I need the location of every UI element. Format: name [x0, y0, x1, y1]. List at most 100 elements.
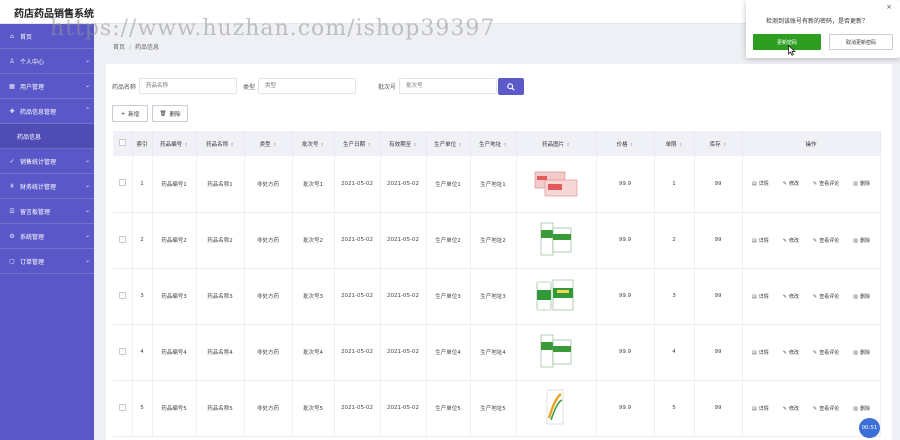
col-header[interactable]: 药品图片 ⇕	[516, 131, 597, 156]
order-icon: ▢	[9, 257, 15, 265]
col-header[interactable]: 库存 ⇕	[694, 131, 743, 156]
sidebar-item-finance-stats[interactable]: ¥ 财务统计管理 ⌄	[0, 174, 94, 199]
row-delete-button[interactable]: ▥ 删除	[853, 237, 870, 244]
col-header[interactable]: 生产地址 ⇕	[470, 131, 517, 156]
add-button[interactable]: + 新增	[112, 105, 148, 122]
cell-exp: 2021-05-02	[380, 324, 427, 381]
detail-button[interactable]: ▤ 详情	[752, 405, 769, 412]
cell-prod: 2021-05-02	[334, 156, 381, 213]
update-password-dialog: × 检测到该账号有新的密码，是否更新？ 更新密码 取消更新密码	[746, 0, 900, 58]
checkbox[interactable]	[118, 291, 126, 299]
review-button[interactable]: ✎ 查看评论	[813, 349, 839, 356]
checkbox[interactable]	[118, 235, 126, 243]
sidebar-item-system[interactable]: ⚙ 系统管理 ⌄	[0, 224, 94, 249]
sidebar-item-label: 个人中心	[20, 58, 45, 66]
batch-input[interactable]	[399, 78, 498, 94]
checkbox[interactable]	[118, 403, 126, 411]
edit-icon: ✎	[782, 349, 787, 356]
checkbox[interactable]	[118, 179, 126, 187]
detail-button[interactable]: ▤ 详情	[752, 349, 769, 356]
col-header[interactable]: 生产单位 ⇕	[426, 131, 471, 156]
delete-label: 删除	[859, 181, 870, 188]
sidebar-item-drug-info[interactable]: ✚ 药品信息管理 ⌃	[0, 99, 94, 124]
cell-index: 3	[132, 268, 153, 325]
sort-icon[interactable]: ⇕	[723, 143, 727, 148]
delete-button[interactable]: 🗑 删除	[152, 105, 188, 122]
row-delete-button[interactable]: ▥ 删除	[853, 293, 870, 300]
sort-icon[interactable]: ⇕	[184, 143, 188, 148]
sort-icon[interactable]: ⇕	[458, 143, 462, 148]
row-select[interactable]	[113, 212, 133, 269]
cancel-update-button[interactable]: 取消更新密码	[829, 34, 893, 50]
checkbox[interactable]	[118, 347, 126, 355]
sort-icon[interactable]: ⇕	[413, 143, 417, 148]
review-button[interactable]: ✎ 查看评论	[813, 180, 839, 187]
sort-icon[interactable]: ⇕	[503, 143, 507, 148]
edit-button[interactable]: ✎ 修改	[783, 293, 799, 300]
col-header[interactable]: 单限 ⇕	[654, 131, 695, 156]
col-header[interactable]: 价格 ⇕	[596, 131, 655, 156]
col-header[interactable]: 有效期至 ⇕	[380, 131, 427, 156]
sort-icon[interactable]: ⇕	[273, 143, 277, 148]
checkbox[interactable]	[118, 139, 126, 146]
review-button[interactable]: ✎ 查看评论	[813, 405, 839, 412]
drug-name-input[interactable]	[139, 78, 238, 94]
sort-icon[interactable]: ⇕	[566, 143, 570, 148]
delete-label: 删除	[859, 405, 870, 412]
detail-button[interactable]: ▤ 详情	[752, 180, 769, 187]
sort-icon[interactable]: ⇕	[230, 143, 234, 148]
row-select[interactable]	[113, 324, 133, 381]
cell-addr: 生产地址1	[470, 156, 517, 213]
cell-limit: 2	[654, 212, 695, 269]
row-delete-button[interactable]: ▥ 删除	[853, 180, 870, 187]
cell-price: 99.9	[596, 324, 655, 381]
search-button[interactable]	[498, 78, 524, 95]
edit-button[interactable]: ✎ 修改	[783, 237, 799, 244]
update-password-button[interactable]: 更新密码	[753, 34, 821, 50]
type-input[interactable]	[258, 78, 357, 94]
col-header[interactable]: 批次号 ⇕	[292, 131, 335, 156]
review-button[interactable]: ✎ 查看评论	[813, 237, 839, 244]
sort-icon[interactable]: ⇕	[679, 143, 683, 148]
cell-prod: 2021-05-02	[334, 212, 381, 269]
sidebar-item-orders[interactable]: ▢ 订单管理 ⌄	[0, 249, 94, 274]
row-delete-button[interactable]: ▥ 删除	[853, 405, 870, 412]
breadcrumb-home[interactable]: 首页	[113, 44, 125, 51]
row-select[interactable]	[113, 268, 133, 325]
edit-button[interactable]: ✎ 修改	[783, 180, 799, 187]
select-all[interactable]	[113, 131, 133, 156]
search-icon	[507, 82, 515, 91]
row-delete-button[interactable]: ▥ 删除	[853, 349, 870, 356]
detail-button[interactable]: ▤ 详情	[752, 237, 769, 244]
sidebar-item-home[interactable]: ⌂ 首页	[0, 24, 94, 49]
cell-code: 药品编号4	[152, 324, 197, 381]
edit-button[interactable]: ✎ 修改	[783, 405, 799, 412]
col-header[interactable]: 生产日期 ⇕	[334, 131, 381, 156]
col-header-label: 生产单位	[434, 141, 457, 148]
sort-icon[interactable]: ⇕	[367, 143, 371, 148]
content-panel: 药品名称 类型 批次号 +新增 🗑删除 索引 药品编号⇕ 药品名称⇕ 类型⇕ 批…	[106, 64, 892, 440]
close-icon[interactable]: ×	[886, 3, 892, 11]
sort-icon[interactable]: ⇕	[320, 143, 324, 148]
sidebar-item-profile[interactable]: ♙ 个人中心 ⌄	[0, 49, 94, 74]
col-header[interactable]: 类型 ⇕	[244, 131, 293, 156]
floating-badge[interactable]: 00:51	[859, 418, 880, 438]
row-select[interactable]	[113, 156, 133, 213]
review-label: 查看评论	[819, 405, 840, 412]
home-icon: ⌂	[10, 32, 14, 40]
sidebar-subitem-drug-info[interactable]: 药品信息	[0, 124, 94, 149]
edit-button[interactable]: ✎ 修改	[783, 349, 799, 356]
col-header[interactable]: 药品编号 ⇕	[152, 131, 197, 156]
sidebar-item-sales-stats[interactable]: ✓ 销售统计管理 ⌄	[0, 149, 94, 174]
sidebar-item-users[interactable]: ▦ 用户管理 ⌄	[0, 74, 94, 99]
review-button[interactable]: ✎ 查看评论	[813, 293, 839, 300]
sidebar-item-messages[interactable]: ☰ 留言板管理 ⌄	[0, 199, 94, 224]
cell-index: 5	[132, 380, 153, 437]
sidebar-item-label: 用户管理	[20, 83, 45, 91]
detail-button[interactable]: ▤ 详情	[752, 293, 769, 300]
row-select[interactable]	[113, 380, 133, 437]
drug-image	[516, 380, 597, 437]
review-label: 查看评论	[819, 293, 840, 300]
col-header[interactable]: 药品名称 ⇕	[196, 131, 245, 156]
sort-icon[interactable]: ⇕	[630, 143, 634, 148]
